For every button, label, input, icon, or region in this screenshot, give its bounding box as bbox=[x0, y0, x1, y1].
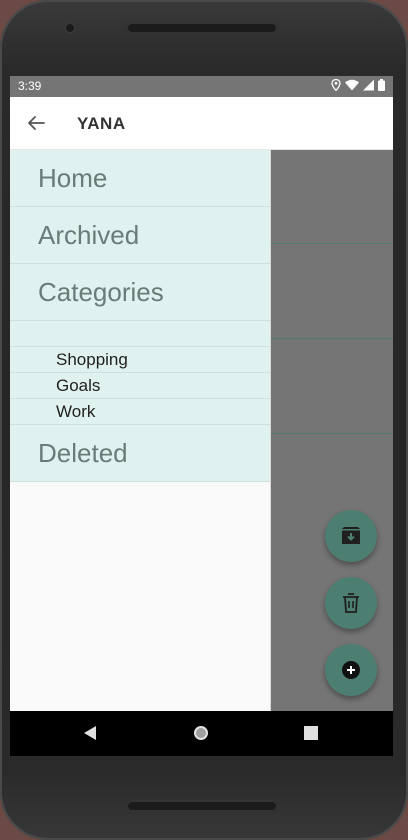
recents-square-icon bbox=[304, 726, 318, 740]
front-camera bbox=[64, 22, 76, 34]
list-divider bbox=[270, 243, 393, 244]
trash-icon bbox=[343, 593, 359, 613]
top-speaker bbox=[126, 22, 278, 34]
archive-icon bbox=[342, 527, 360, 544]
status-time: 3:39 bbox=[18, 79, 42, 93]
app-title: YANA bbox=[77, 114, 126, 133]
drawer-item-deleted[interactable]: Deleted bbox=[10, 425, 270, 482]
location-icon bbox=[331, 79, 341, 91]
nav-home-button[interactable] bbox=[191, 723, 211, 743]
list-divider bbox=[270, 338, 393, 339]
drawer-item-label: Home bbox=[38, 163, 108, 193]
category-item-work[interactable]: Work bbox=[10, 399, 270, 425]
app-bar: YANA bbox=[10, 97, 393, 150]
nav-recents-button[interactable] bbox=[301, 723, 321, 743]
signal-icon bbox=[363, 79, 374, 91]
drawer-item-label: Archived bbox=[38, 220, 140, 250]
battery-icon bbox=[378, 79, 385, 91]
category-item-shopping[interactable]: Shopping bbox=[10, 347, 270, 373]
status-bar: 3:39 bbox=[10, 76, 393, 97]
delete-fab[interactable] bbox=[325, 577, 377, 629]
drawer-item-label: Categories bbox=[38, 277, 164, 307]
navigation-drawer: Home Archived Categories Shopping Goals … bbox=[10, 150, 271, 711]
drawer-item-archived[interactable]: Archived bbox=[10, 207, 270, 264]
phone-frame: 3:39 YANA Home Archived Categories Shopp… bbox=[0, 0, 408, 840]
back-button[interactable] bbox=[24, 111, 48, 135]
add-circle-icon bbox=[342, 661, 360, 679]
drawer-spacer bbox=[10, 321, 270, 347]
add-fab[interactable] bbox=[325, 644, 377, 696]
drawer-item-home[interactable]: Home bbox=[10, 150, 270, 207]
category-item-label: Shopping bbox=[56, 350, 128, 369]
back-triangle-icon bbox=[84, 726, 96, 740]
category-item-label: Work bbox=[56, 402, 96, 421]
drawer-item-categories[interactable]: Categories bbox=[10, 264, 270, 321]
system-nav-bar bbox=[10, 711, 393, 756]
archive-fab[interactable] bbox=[325, 510, 377, 562]
bottom-speaker bbox=[126, 800, 278, 812]
home-circle-icon bbox=[194, 726, 208, 740]
nav-back-button[interactable] bbox=[80, 723, 100, 743]
category-item-label: Goals bbox=[56, 376, 101, 395]
screen: 3:39 YANA Home Archived Categories Shopp… bbox=[10, 76, 393, 756]
arrow-left-icon bbox=[28, 116, 45, 130]
drawer-item-label: Deleted bbox=[38, 438, 128, 468]
list-divider bbox=[270, 433, 393, 434]
wifi-icon bbox=[345, 79, 359, 91]
category-item-goals[interactable]: Goals bbox=[10, 373, 270, 399]
